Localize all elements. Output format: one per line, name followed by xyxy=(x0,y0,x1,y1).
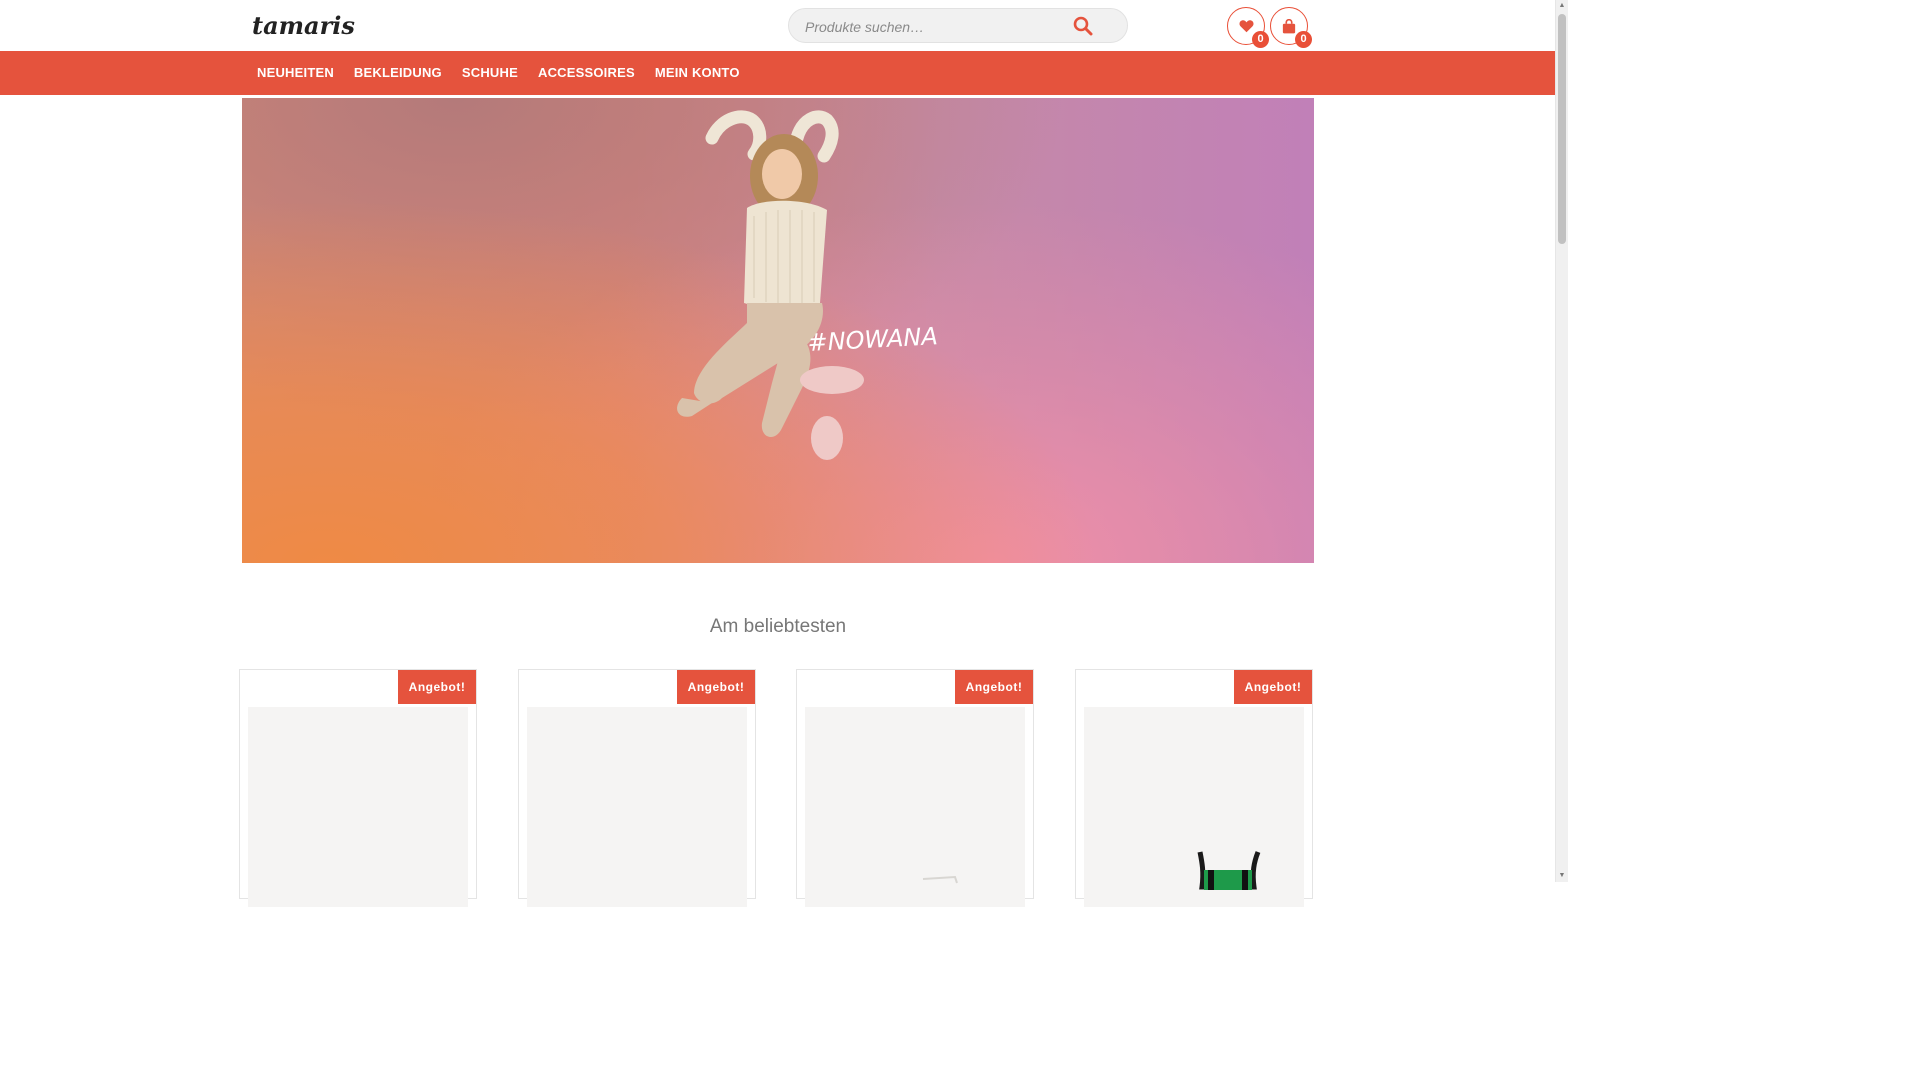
hero-hashtag: #NOWANA xyxy=(807,322,939,357)
nav-item-schuhe[interactable]: SCHUHE xyxy=(452,51,528,95)
page-scrollbar[interactable]: ▲ ▼ xyxy=(1555,0,1568,882)
header: tamaris 0 0 xyxy=(0,0,1556,51)
nav-item-neuheiten[interactable]: NEUHEITEN xyxy=(247,51,344,95)
nav-item-accessoires[interactable]: ACCESSOIRES xyxy=(528,51,645,95)
product-image[interactable] xyxy=(1084,707,1304,907)
sale-badge: Angebot! xyxy=(677,670,755,704)
main-navigation: NEUHEITEN BEKLEIDUNG SCHUHE ACCESSOIRES … xyxy=(0,51,1556,95)
search-input[interactable] xyxy=(803,9,1067,44)
sale-badge: Angebot! xyxy=(398,670,476,704)
sale-badge: Angebot! xyxy=(955,670,1033,704)
product-image[interactable] xyxy=(805,707,1025,907)
cart-button[interactable]: 0 xyxy=(1270,7,1312,48)
nav-item-bekleidung[interactable]: BEKLEIDUNG xyxy=(344,51,452,95)
scroll-up-arrow-icon[interactable]: ▲ xyxy=(1558,2,1566,10)
hero-banner[interactable]: #NOWANA xyxy=(242,98,1314,563)
product-card[interactable]: Angebot! xyxy=(239,669,477,907)
product-card[interactable]: Angebot! xyxy=(796,669,1034,907)
product-card[interactable]: Angebot! xyxy=(1075,669,1313,907)
svg-text:tamaris: tamaris xyxy=(252,12,355,40)
sale-badge: Angebot! xyxy=(1234,670,1312,704)
scrollbar-thumb[interactable] xyxy=(1558,14,1566,244)
cart-count-badge: 0 xyxy=(1295,31,1312,48)
search-box xyxy=(788,8,1128,44)
wishlist-count-badge: 0 xyxy=(1252,31,1269,48)
search-icon[interactable] xyxy=(1073,16,1093,36)
tamaris-logo[interactable]: tamaris xyxy=(250,11,378,40)
nav-item-mein-konto[interactable]: MEIN KONTO xyxy=(645,51,750,95)
scroll-down-arrow-icon[interactable]: ▼ xyxy=(1558,872,1566,880)
heart-icon xyxy=(1239,20,1254,33)
wishlist-button[interactable]: 0 xyxy=(1227,7,1269,48)
hero-model-image: #NOWANA xyxy=(677,110,939,460)
product-image[interactable] xyxy=(248,707,468,907)
shopping-bag-icon xyxy=(1282,19,1296,34)
product-image[interactable] xyxy=(527,707,747,907)
product-card[interactable]: Angebot! xyxy=(518,669,756,907)
bestsellers-heading: Am beliebtesten xyxy=(709,616,847,637)
